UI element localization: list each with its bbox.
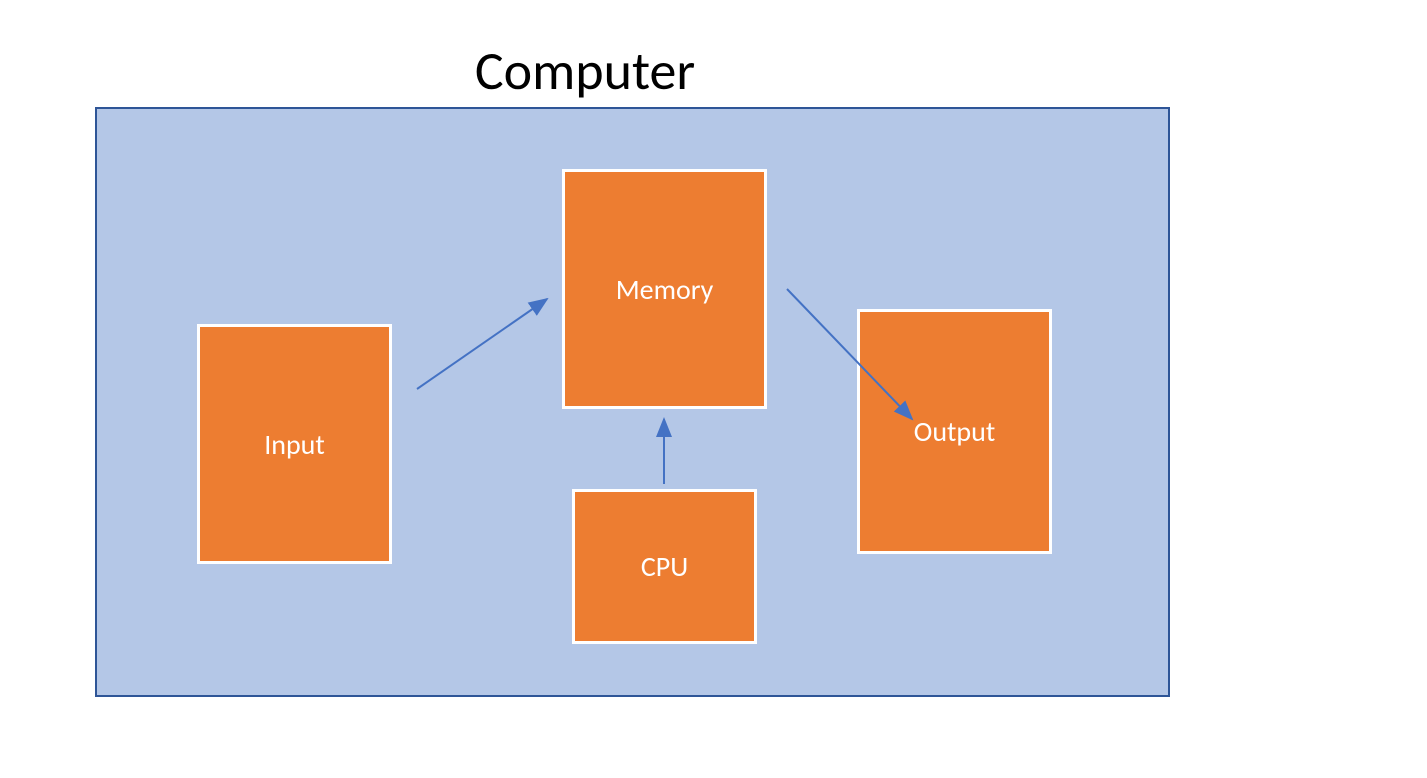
cpu-box-label: CPU (641, 549, 688, 584)
output-box-label: Output (914, 414, 995, 449)
arrow-input-to-memory (417, 299, 547, 389)
cpu-box: CPU (572, 489, 757, 644)
input-box: Input (197, 324, 392, 564)
memory-box: Memory (562, 169, 767, 409)
diagram-title: Computer (0, 38, 1170, 104)
output-box: Output (857, 309, 1052, 554)
memory-box-label: Memory (616, 272, 714, 307)
input-box-label: Input (264, 427, 325, 462)
computer-container: Input Memory CPU Output (95, 107, 1170, 697)
